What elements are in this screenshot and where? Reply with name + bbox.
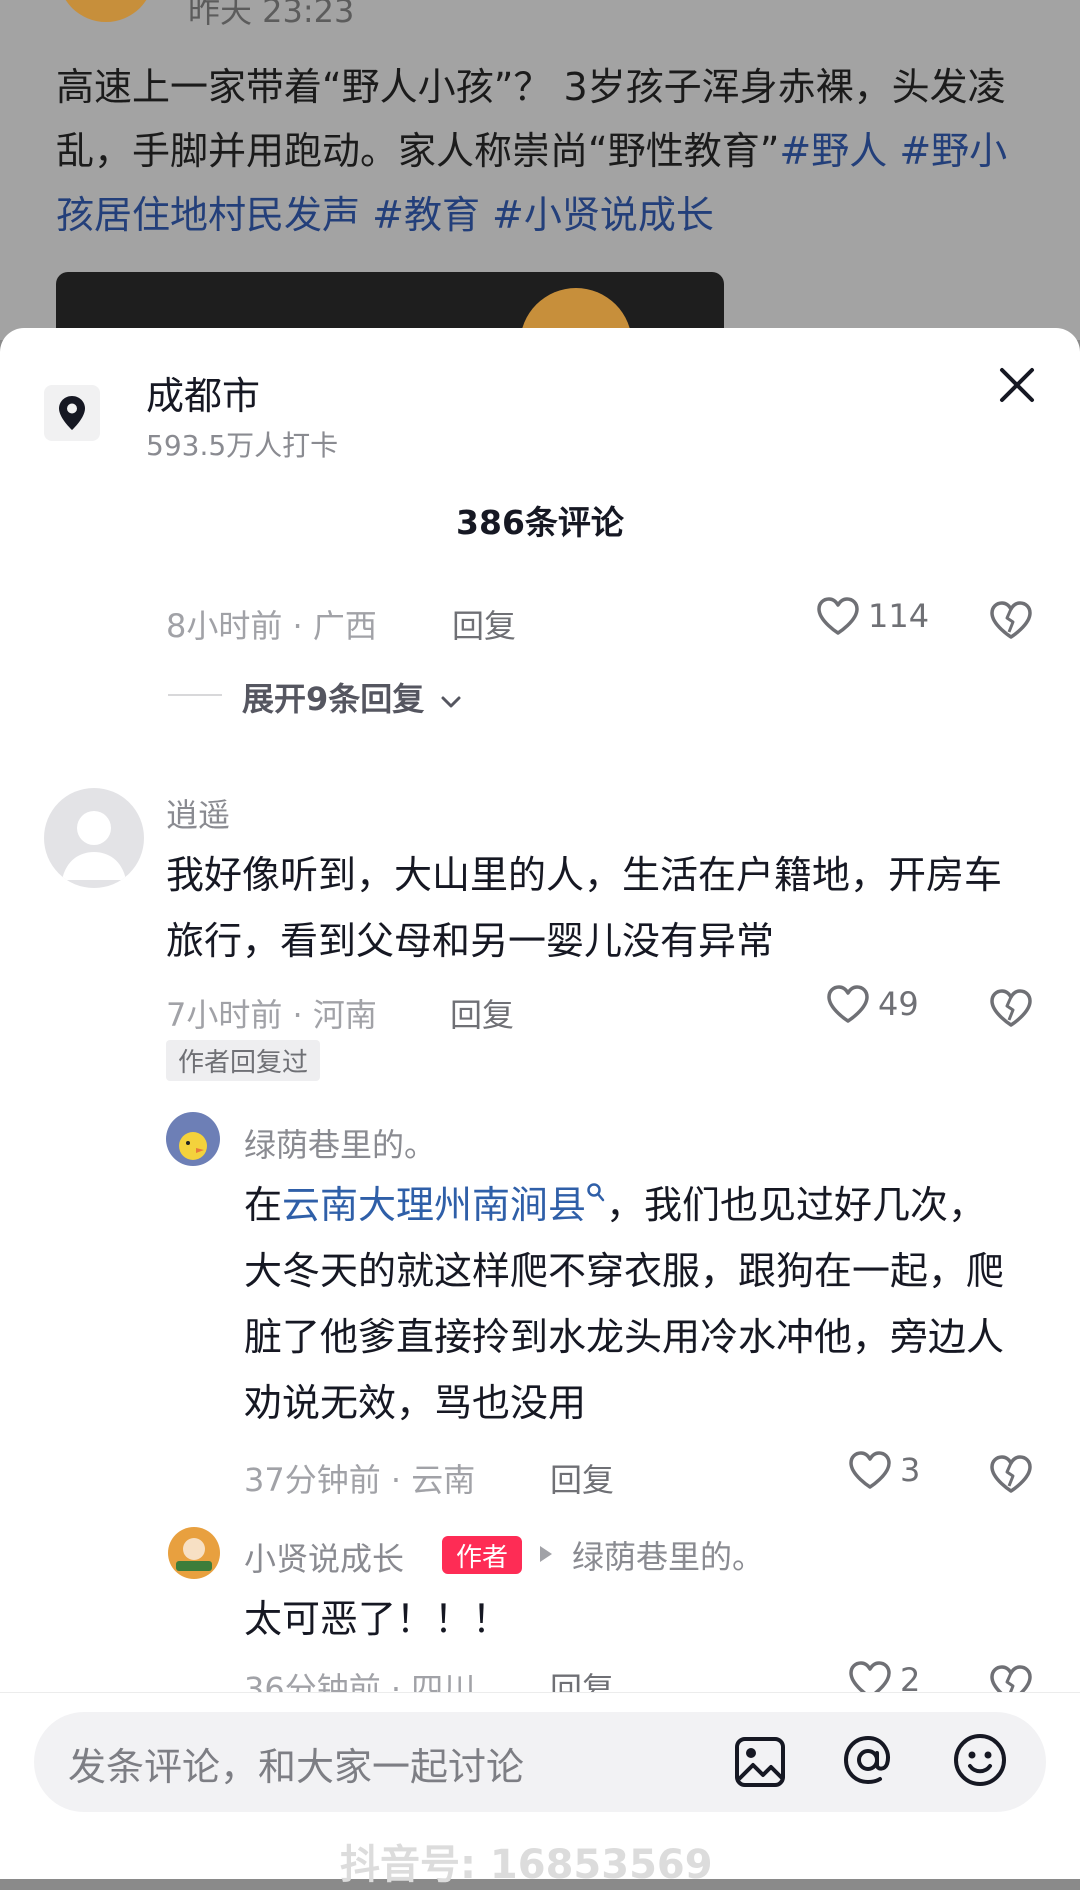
like-button[interactable]: 114 xyxy=(816,596,929,636)
comment-text: 我好像听到，大山里的人，生活在户籍地，开房车旅行，看到父母和另一婴儿没有异常 xyxy=(166,853,1003,963)
reply-button[interactable]: 回复 xyxy=(452,601,516,647)
dislike-button[interactable] xyxy=(987,984,1035,1032)
commenter-name[interactable]: 逍遥 xyxy=(166,790,230,836)
duck-avatar-icon xyxy=(179,1132,207,1160)
comment-meta: 7小时前 · 河南 xyxy=(166,996,377,1034)
post-time: 昨天 23:23 xyxy=(188,0,355,30)
hashtag[interactable]: #小贤说成长 xyxy=(492,193,714,237)
commenter-name[interactable]: 小贤说成长 xyxy=(244,1534,404,1580)
at-icon xyxy=(843,1735,890,1785)
image-button[interactable] xyxy=(730,1732,790,1792)
dislike-button[interactable] xyxy=(987,596,1035,644)
hashtag[interactable]: #教育 xyxy=(372,193,480,237)
search-icon[interactable] xyxy=(586,1182,606,1204)
broken-heart-icon xyxy=(990,601,1032,639)
comment-meta: 37分钟前 · 云南 xyxy=(244,1461,476,1499)
avatar[interactable] xyxy=(166,1112,220,1166)
default-avatar-icon xyxy=(62,811,126,880)
avatar[interactable] xyxy=(168,1527,220,1579)
close-button[interactable] xyxy=(994,362,1040,408)
heart-icon xyxy=(827,985,869,1023)
location-icon-box[interactable] xyxy=(44,385,100,441)
author-avatar-icon xyxy=(176,1538,212,1571)
reply-button[interactable]: 回复 xyxy=(450,990,514,1036)
watermark: 抖音号: 16853569 xyxy=(340,1842,713,1888)
location-pin-icon xyxy=(59,396,85,430)
expand-replies-label: 展开9条回复 xyxy=(242,680,425,718)
chevron-down-icon xyxy=(441,696,461,708)
close-icon xyxy=(1000,368,1034,402)
emoji-button[interactable] xyxy=(950,1730,1010,1790)
heart-icon xyxy=(817,597,859,635)
heart-icon xyxy=(849,1451,891,1489)
comment-text: 太可恶了！！！ xyxy=(244,1597,511,1641)
mention-button[interactable] xyxy=(838,1730,898,1790)
author-badge: 作者 xyxy=(442,1536,522,1574)
location-name[interactable]: 成都市 xyxy=(146,365,260,420)
like-count: 114 xyxy=(868,597,930,635)
like-button[interactable]: 3 xyxy=(848,1450,920,1490)
reply-button[interactable]: 回复 xyxy=(550,1455,614,1501)
expand-divider xyxy=(168,694,222,696)
author-replied-badge: 作者回复过 xyxy=(166,1040,321,1081)
location-search-link[interactable]: 云南大理州南涧县 xyxy=(282,1183,586,1227)
broken-heart-icon xyxy=(990,989,1032,1027)
comments-count-title: 386条评论 xyxy=(456,503,624,542)
image-icon xyxy=(735,1737,785,1787)
post-caption: 高速上一家带着“野人小孩”？ 3岁孩子浑身赤裸，头发凌乱，手脚并用跑动。家人称崇… xyxy=(56,55,1036,247)
comment-meta: 8小时前 · 广西 xyxy=(166,607,377,645)
location-checkin-count: 593.5万人打卡 xyxy=(146,429,339,462)
reply-to-name[interactable]: 绿荫巷里的。 xyxy=(572,1532,764,1578)
comment-text-part: 在 xyxy=(244,1183,283,1227)
like-button[interactable]: 49 xyxy=(826,984,919,1024)
avatar[interactable] xyxy=(44,788,144,888)
like-count: 49 xyxy=(878,985,919,1023)
like-count: 3 xyxy=(900,1451,921,1489)
comment-text: 在云南大理州南涧县 ，我们也见过好几次，大冬天的就这样爬不穿衣服，跟狗在一起，爬脏… xyxy=(244,1172,1024,1436)
comment-input-placeholder[interactable]: 发条评论，和大家一起讨论 xyxy=(68,1736,524,1791)
emoji-icon xyxy=(954,1734,1006,1786)
expand-replies-button[interactable]: 展开9条回复 xyxy=(242,674,463,720)
dislike-button[interactable] xyxy=(987,1450,1035,1498)
broken-heart-icon xyxy=(990,1455,1032,1493)
commenter-name[interactable]: 绿荫巷里的。 xyxy=(244,1120,436,1166)
play-arrow-icon xyxy=(540,1546,552,1562)
hashtag[interactable]: #野人 xyxy=(779,129,887,173)
